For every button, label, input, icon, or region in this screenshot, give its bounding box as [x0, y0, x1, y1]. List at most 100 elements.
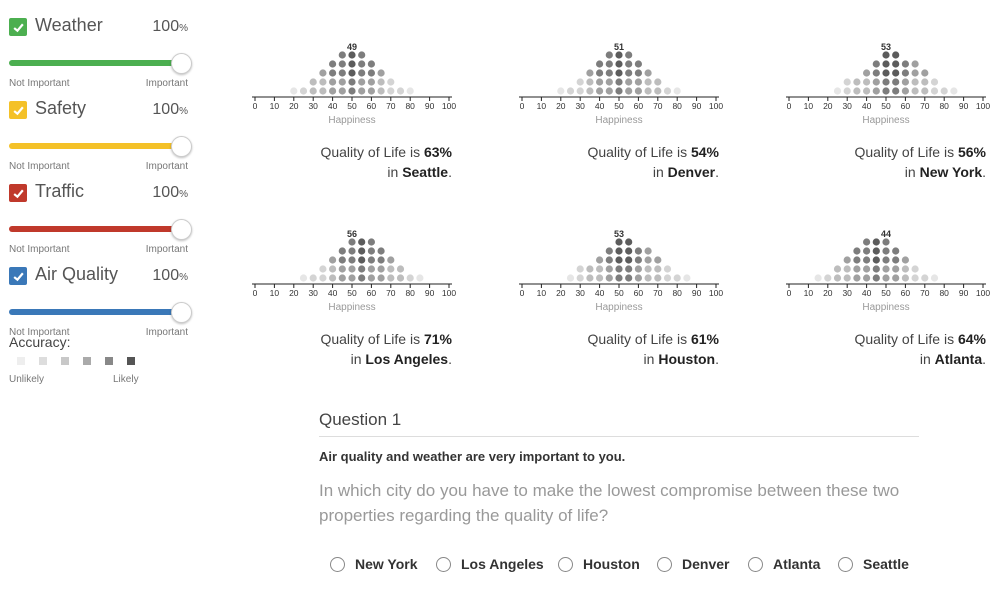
- air-quality-checkbox[interactable]: [9, 267, 27, 285]
- option-label[interactable]: Denver: [682, 556, 729, 572]
- city-suffix: .: [982, 164, 986, 180]
- happiness-dot: [882, 60, 890, 68]
- quality-prefix: Quality of Life is: [320, 144, 424, 160]
- happiness-dot: [319, 265, 327, 273]
- city-line: in Atlanta.: [746, 349, 986, 369]
- happiness-dot: [892, 265, 900, 273]
- happiness-dot: [396, 274, 405, 282]
- radio-button[interactable]: [838, 556, 853, 572]
- option-houston[interactable]: Houston: [558, 556, 640, 572]
- happiness-dot: [367, 87, 375, 95]
- happiness-dot: [625, 78, 633, 86]
- happiness-dot: [625, 256, 633, 264]
- accuracy-legend: Accuracy: Unlikely Likely: [9, 334, 199, 394]
- happiness-dot: [892, 69, 900, 77]
- x-tick-label: 70: [920, 101, 930, 111]
- option-los-angeles[interactable]: Los Angeles: [436, 556, 544, 572]
- happiness-dot: [892, 274, 900, 282]
- traffic-slider-knob[interactable]: [171, 219, 192, 240]
- safety-slider-track[interactable]: [9, 143, 181, 149]
- option-atlanta[interactable]: Atlanta: [748, 556, 820, 572]
- radio-button[interactable]: [748, 556, 763, 572]
- safety-slider-knob[interactable]: [171, 136, 192, 157]
- quality-line: Quality of Life is 64%: [746, 329, 986, 349]
- happiness-dot: [338, 87, 346, 95]
- x-tick-label: 80: [672, 288, 682, 298]
- happiness-dot: [634, 247, 642, 255]
- x-tick-label: 0: [520, 101, 525, 111]
- happiness-dot: [654, 256, 662, 264]
- radio-button[interactable]: [657, 556, 672, 572]
- happiness-dot: [348, 265, 356, 273]
- city-name: Atlanta: [934, 351, 983, 367]
- quality-line: Quality of Life is 63%: [212, 142, 452, 162]
- x-tick-label: 100: [442, 288, 456, 298]
- x-tick-label: 30: [575, 101, 585, 111]
- happiness-dot: [406, 87, 414, 95]
- x-tick-label: 60: [367, 101, 377, 111]
- happiness-dot: [576, 274, 584, 282]
- city-in: in: [387, 164, 403, 180]
- option-seattle[interactable]: Seattle: [838, 556, 909, 572]
- city-line: in Houston.: [479, 349, 719, 369]
- traffic-checkbox[interactable]: [9, 184, 27, 202]
- happiness-dot: [299, 87, 308, 95]
- happiness-dot: [615, 51, 623, 59]
- factor-weather: Weather 100% Not Important Important: [0, 13, 200, 93]
- x-tick-label: 40: [862, 101, 872, 111]
- happiness-dot-plot: 49 0 10 20 30 40 50 60 70 80 90 100 Happiness: [252, 42, 456, 126]
- happiness-dot: [853, 256, 861, 264]
- happiness-dot: [566, 274, 575, 282]
- happiness-dot: [863, 247, 871, 255]
- happiness-dot: [615, 87, 623, 95]
- happiness-dot: [853, 78, 861, 86]
- peak-label: 53: [614, 229, 624, 239]
- city-panel-los-angeles: 56 0 10 20 30 40 50 60 70 80 90 100 Happiness Quality…: [252, 227, 456, 402]
- city-panel-new-york: 53 0 10 20 30 40 50 60 70 80 90 100 Happiness Quality…: [786, 40, 990, 215]
- happiness-dot: [338, 51, 346, 59]
- happiness-dot: [596, 87, 604, 95]
- happiness-dot: [566, 87, 575, 95]
- radio-button[interactable]: [330, 556, 345, 572]
- happiness-dot: [663, 274, 672, 282]
- city-suffix: .: [448, 164, 452, 180]
- check-icon: [12, 106, 24, 115]
- option-label[interactable]: Houston: [583, 556, 640, 572]
- weather-slider-track[interactable]: [9, 60, 181, 66]
- happiness-dot: [892, 247, 900, 255]
- radio-button[interactable]: [558, 556, 573, 572]
- quality-prefix: Quality of Life is: [587, 144, 691, 160]
- air-quality-slider-knob[interactable]: [171, 302, 192, 323]
- happiness-dot: [367, 256, 375, 264]
- option-label[interactable]: Seattle: [863, 556, 909, 572]
- x-tick-label: 60: [634, 288, 644, 298]
- option-denver[interactable]: Denver: [657, 556, 729, 572]
- happiness-dot: [911, 60, 919, 68]
- traffic-slider-track[interactable]: [9, 226, 181, 232]
- x-tick-label: 80: [672, 101, 682, 111]
- accuracy-swatch: [127, 357, 135, 365]
- weather-checkbox[interactable]: [9, 18, 27, 36]
- happiness-dot: [367, 274, 375, 282]
- happiness-dot: [654, 87, 662, 95]
- quality-prefix: Quality of Life is: [854, 144, 958, 160]
- happiness-dot: [319, 274, 327, 282]
- safety-checkbox[interactable]: [9, 101, 27, 119]
- weather-slider-knob[interactable]: [171, 53, 192, 74]
- happiness-dot: [882, 51, 890, 59]
- happiness-dot: [586, 274, 594, 282]
- air-quality-slider-track[interactable]: [9, 309, 181, 315]
- happiness-dot: [863, 256, 871, 264]
- option-label[interactable]: Atlanta: [773, 556, 820, 572]
- happiness-dot: [367, 78, 375, 86]
- option-label[interactable]: New York: [355, 556, 418, 572]
- city-panel-atlanta: 44 0 10 20 30 40 50 60 70 80 90 100 Happiness Quality…: [786, 227, 990, 402]
- radio-button[interactable]: [436, 556, 451, 572]
- slider-high-label: Important: [145, 161, 188, 172]
- happiness-dot: [863, 78, 871, 86]
- option-new-york[interactable]: New York: [330, 556, 418, 572]
- happiness-dot: [833, 274, 842, 282]
- happiness-dot: [329, 265, 337, 273]
- option-label[interactable]: Los Angeles: [461, 556, 544, 572]
- happiness-dot: [319, 87, 327, 95]
